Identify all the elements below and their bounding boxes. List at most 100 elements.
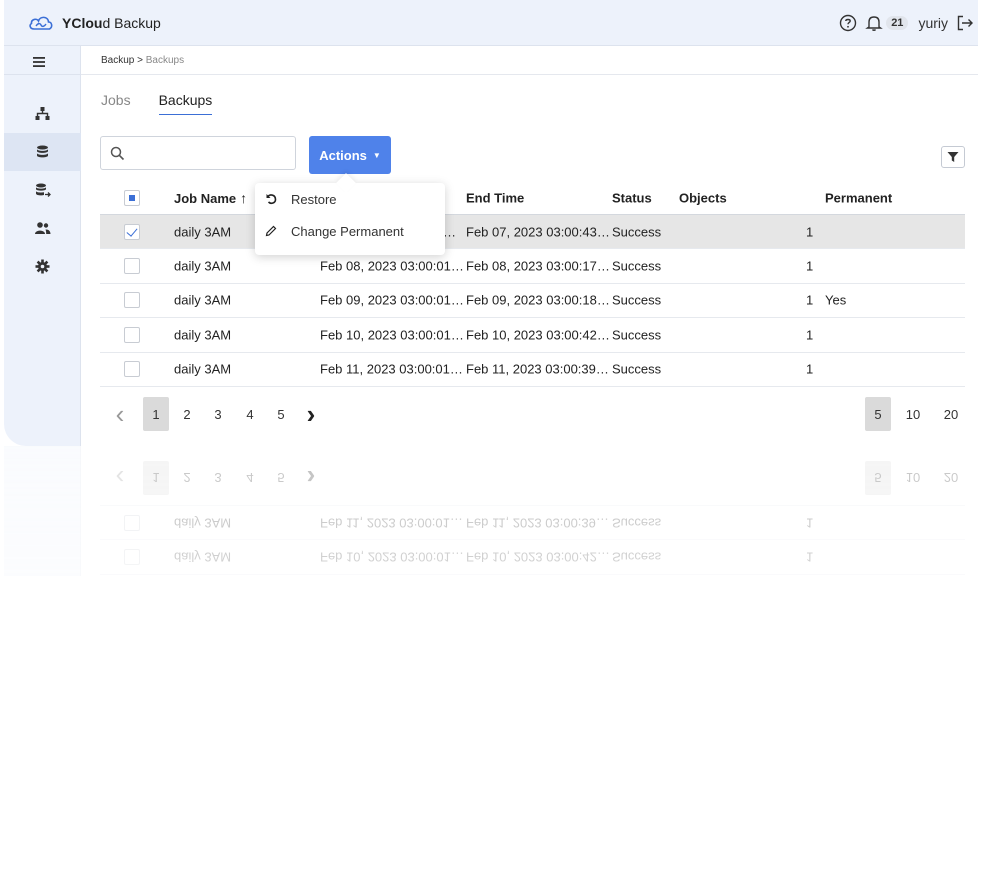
actions-button[interactable]: Actions ▼: [309, 136, 391, 174]
row-checkbox[interactable]: [124, 258, 140, 275]
column-header-permanent[interactable]: Permanent: [825, 191, 892, 206]
table-row[interactable]: daily 3AM … Feb 07, 2023 03:00:43… Succe…: [100, 215, 965, 250]
brand-name-rest: d Backup: [102, 14, 161, 31]
logout-icon[interactable]: [956, 14, 974, 32]
page-button-1[interactable]: 1: [143, 397, 169, 431]
pencil-icon: [265, 225, 277, 237]
page-button-3[interactable]: 3: [205, 397, 231, 431]
sidebar-item-jobs[interactable]: [4, 94, 81, 132]
gear-icon: [35, 259, 50, 273]
sidebar-item-backups[interactable]: [4, 133, 81, 171]
brand[interactable]: YClou d Backup: [28, 14, 161, 32]
cell-start-time: Feb 11, 2023 03:00:01…: [320, 361, 463, 377]
reflection-cell-job-name: daily 3AM: [174, 549, 232, 565]
select-all-checkbox[interactable]: [124, 190, 140, 206]
breadcrumb-divider: [81, 74, 978, 75]
cell-end-time: Feb 09, 2023 03:00:18…: [466, 292, 610, 308]
page-button-5[interactable]: 5: [268, 397, 294, 431]
database-sync-icon: [36, 183, 51, 197]
tab-backups[interactable]: Backups: [158, 92, 213, 115]
reflection-page-button-3: 3: [214, 470, 222, 486]
undo-icon: [266, 194, 277, 205]
breadcrumb-current: Backups: [145, 55, 185, 66]
page-size-10[interactable]: 10: [900, 397, 926, 431]
cell-status: Success: [612, 258, 662, 274]
actions-dropdown-menu: Restore Change Permanent: [255, 183, 445, 255]
menu-item-restore[interactable]: Restore: [255, 183, 445, 215]
search-box: [100, 136, 296, 170]
reflection-row-checkbox: [124, 549, 140, 566]
page-size-5[interactable]: 5: [865, 397, 891, 431]
reflection-page-size-20: 20: [943, 470, 959, 486]
breadcrumb-root[interactable]: Backup: [101, 55, 134, 66]
menu-item-change-permanent[interactable]: Change Permanent: [255, 215, 445, 247]
cell-objects: 1: [806, 258, 814, 274]
table-row[interactable]: daily 3AM Feb 10, 2023 03:00:01… Feb 10,…: [100, 318, 965, 353]
reflection-page-size-10: 10: [905, 470, 921, 486]
reflection-cell-objects: 1: [806, 549, 814, 565]
sidebar-item-settings[interactable]: [4, 247, 81, 285]
reflection-cell-start-time: Feb 10, 2023 03:00:01…: [320, 549, 464, 565]
cell-objects: 1: [806, 224, 814, 240]
reflection-prev-page-button: ‹: [115, 463, 125, 494]
search-input[interactable]: [131, 143, 291, 163]
bell-icon[interactable]: [865, 14, 883, 32]
reflection-page-button-4: 4: [246, 470, 254, 486]
reflection-table-row: daily 3AM Feb 11, 2023 03:00:01… Feb 11,…: [100, 505, 965, 540]
help-circle-icon[interactable]: [839, 14, 857, 32]
reflection-sidebar: [4, 446, 81, 576]
table-row[interactable]: daily 3AM Feb 08, 2023 03:00:01… Feb 08,…: [100, 249, 965, 284]
reflection-page-size-5: 5: [865, 461, 891, 495]
row-checkbox[interactable]: [124, 223, 140, 240]
prev-page-button[interactable]: ‹: [112, 397, 128, 431]
cell-job-name: daily 3AM: [174, 292, 232, 308]
reflection-table-row: daily 3AM Feb 10, 2023 03:00:01… Feb 10,…: [100, 539, 965, 574]
table-row[interactable]: daily 3AM Feb 09, 2023 03:00:01… Feb 09,…: [100, 284, 965, 319]
next-page-button[interactable]: ›: [303, 397, 319, 431]
tab-jobs[interactable]: Jobs: [101, 92, 131, 115]
table-row[interactable]: daily 3AM Feb 11, 2023 03:00:01… Feb 11,…: [100, 353, 965, 387]
row-checkbox[interactable]: [124, 326, 140, 343]
page-size-20[interactable]: 20: [938, 397, 964, 431]
hamburger-menu-icon[interactable]: [29, 54, 49, 70]
reflection-cell-objects: 1: [806, 515, 814, 531]
reflection-page-button-1: 1: [143, 461, 169, 495]
sidebar-item-restores[interactable]: [4, 171, 81, 209]
reflection-pagination: ‹ 1 2 3 4 5 › 5 10 20: [100, 461, 965, 495]
sort-up-arrow-icon[interactable]: ↑: [240, 190, 247, 206]
cell-start-time: Feb 10, 2023 03:00:01…: [320, 327, 464, 343]
cell-status: Success: [612, 361, 662, 377]
row-checkbox[interactable]: [124, 292, 140, 309]
cell-end-time: Feb 10, 2023 03:00:42…: [466, 327, 610, 343]
sidebar: [4, 46, 81, 446]
cell-end-time: Feb 07, 2023 03:00:43…: [466, 224, 610, 240]
brand-name-bold: YClou: [62, 14, 103, 31]
filter-icon: [947, 152, 959, 162]
reflection-cell-status: Success: [612, 549, 662, 565]
reflection-row-checkbox: [124, 514, 140, 531]
reflection-cell-start-time: Feb 11, 2023 03:00:01…: [320, 515, 463, 531]
cell-job-name: daily 3AM: [174, 361, 232, 377]
cell-status: Success: [612, 327, 662, 343]
row-checkbox[interactable]: [124, 361, 140, 378]
cell-objects: 1: [806, 327, 814, 343]
column-header-objects[interactable]: Objects: [679, 191, 727, 206]
column-header-status[interactable]: Status: [612, 191, 652, 206]
reflection-cell-status: Success: [612, 515, 662, 531]
filter-button[interactable]: [941, 146, 965, 168]
column-header-job-name[interactable]: Job Name ↑: [174, 190, 247, 206]
notification-badge[interactable]: 21: [886, 16, 909, 30]
cell-start-time: Feb 09, 2023 03:00:01…: [320, 292, 464, 308]
breadcrumb: Backup > Backups: [101, 55, 184, 66]
page-button-4[interactable]: 4: [237, 397, 263, 431]
reflection-cell-job-name: daily 3AM: [174, 515, 232, 531]
actions-label: Actions: [319, 147, 367, 163]
username[interactable]: yuriy: [918, 15, 948, 31]
column-header-end-time[interactable]: End Time: [466, 191, 524, 206]
cell-end-time: Feb 08, 2023 03:00:17…: [466, 258, 610, 274]
cell-status: Success: [612, 292, 662, 308]
cell-status: Success: [612, 224, 662, 240]
sidebar-item-users[interactable]: [4, 209, 81, 247]
page-button-2[interactable]: 2: [174, 397, 200, 431]
chevron-down-icon: ▼: [372, 150, 381, 160]
